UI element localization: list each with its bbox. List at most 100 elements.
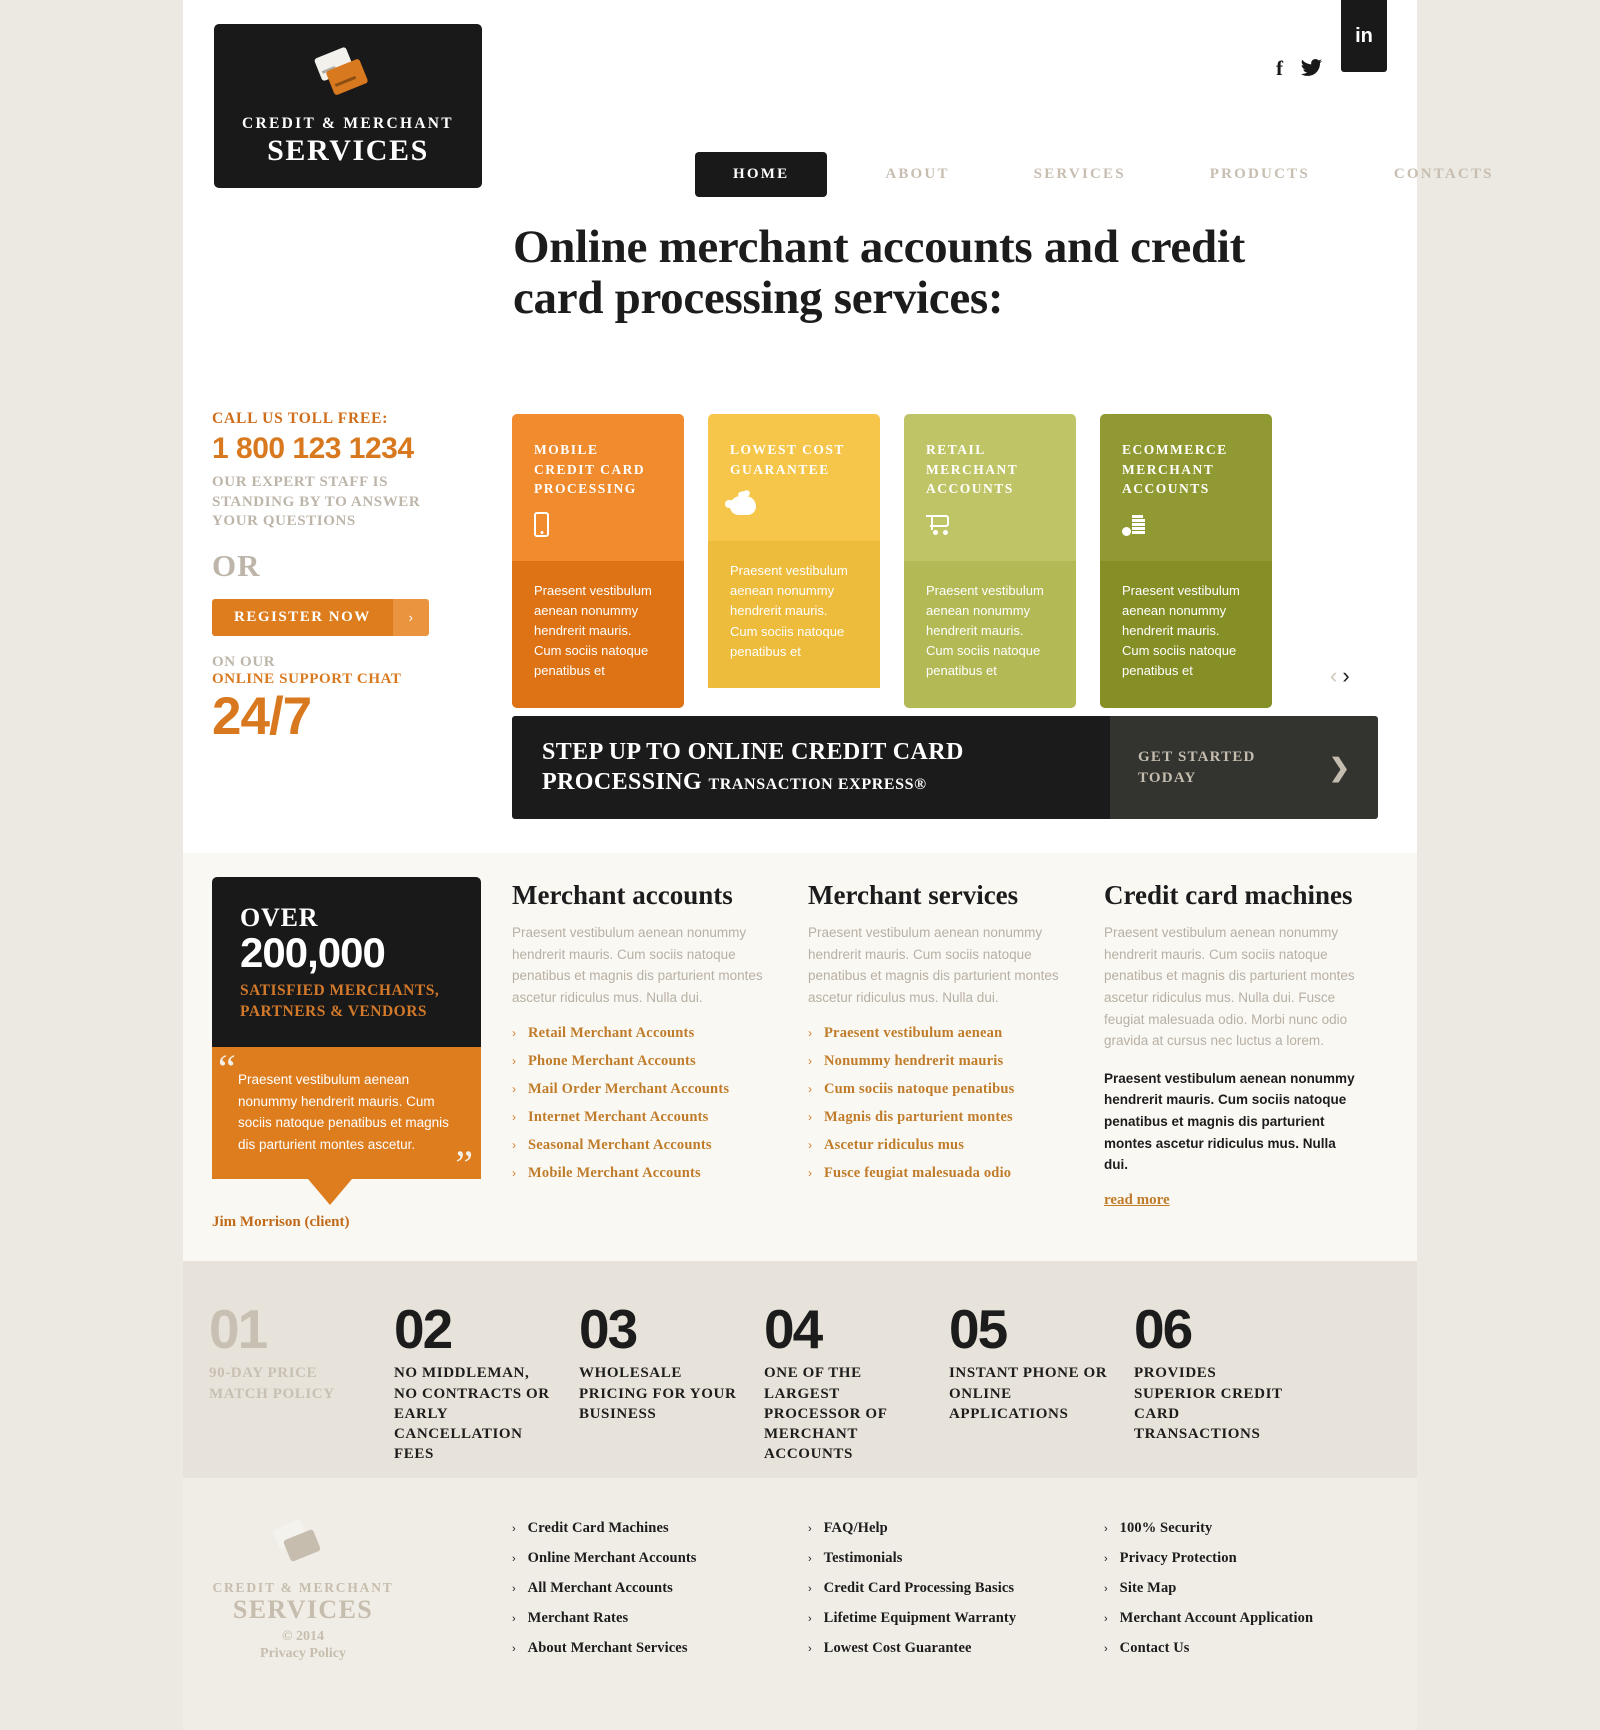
nav-item-products[interactable]: PRODUCTS xyxy=(1168,166,1352,183)
quote-close-icon: ” xyxy=(455,1142,473,1188)
list-item[interactable]: › FAQ/Help xyxy=(808,1520,1104,1537)
chevron-right-icon: ❯ xyxy=(1329,753,1350,782)
chevron-right-icon: › xyxy=(512,1553,516,1565)
feature-text: WHOLESALE PRICING FOR YOUR BUSINESS xyxy=(579,1365,737,1422)
chevron-right-icon: › xyxy=(1104,1523,1108,1535)
list-item[interactable]: › Retail Merchant Accounts xyxy=(512,1025,770,1042)
list-item-label: Ascetur ridiculus mus xyxy=(824,1136,965,1153)
staff-note: OUR EXPERT STAFF IS STANDING BY TO ANSWE… xyxy=(212,474,421,529)
twitter-icon[interactable] xyxy=(1301,58,1323,80)
list-item[interactable]: › Site Map xyxy=(1104,1580,1400,1597)
list-item[interactable]: › Cum sociis natoque penatibus xyxy=(808,1081,1066,1098)
column-paragraph: Praesent vestibulum aenean nonummy hendr… xyxy=(1104,925,1355,1049)
list-item[interactable]: › Merchant Account Application xyxy=(1104,1610,1400,1627)
support-hours: 24/7 xyxy=(212,686,312,746)
list-item[interactable]: › Praesent vestibulum aenean xyxy=(808,1025,1066,1042)
card-mobile-credit-card-processing[interactable]: MOBILE CREDIT CARD PROCESSING Praesent v… xyxy=(512,414,684,708)
nav-item-contacts[interactable]: CONTACTS xyxy=(1352,166,1536,183)
stat-box: OVER 200,000 SATISFIED MERCHANTS, PARTNE… xyxy=(212,877,481,1047)
list-item[interactable]: › Credit Card Processing Basics xyxy=(808,1580,1104,1597)
quote-tail xyxy=(308,1179,352,1206)
promo-banner-text: STEP UP TO ONLINE CREDIT CARD PROCESSING… xyxy=(512,716,1110,819)
feature-text: NO MIDDLEMAN, NO CONTRACTS OR EARLY CANC… xyxy=(394,1365,550,1463)
site-header: CREDIT & MERCHANT SERVICES f in HOME ABO… xyxy=(183,0,1492,197)
card-body: Praesent vestibulum aenean nonummy hendr… xyxy=(708,541,880,689)
card-retail-merchant-accounts[interactable]: RETAIL MERCHANT ACCOUNTS Praesent vestib… xyxy=(904,414,1076,708)
get-started-button[interactable]: GET STARTED TODAY ❯ xyxy=(1110,716,1378,819)
card-title: MOBILE CREDIT CARD PROCESSING xyxy=(534,442,646,497)
list-item[interactable]: › Credit Card Machines xyxy=(512,1520,808,1537)
linkedin-icon[interactable]: in xyxy=(1341,0,1387,72)
list-item[interactable]: › Privacy Protection xyxy=(1104,1550,1400,1567)
nav-item-about[interactable]: ABOUT xyxy=(843,166,991,183)
page-title: Online merchant accounts and credit card… xyxy=(513,221,1245,325)
feature-02: 02 NO MIDDLEMAN, NO CONTRACTS OR EARLY C… xyxy=(394,1301,579,1478)
chevron-right-icon: › xyxy=(808,1025,812,1040)
register-now-button[interactable]: REGISTER NOW › xyxy=(212,598,429,636)
banner-heading-small: TRANSACTION EXPRESS® xyxy=(708,775,927,793)
list-item[interactable]: › All Merchant Accounts xyxy=(512,1580,808,1597)
list-item[interactable]: › Seasonal Merchant Accounts xyxy=(512,1137,770,1154)
list-item[interactable]: › Fusce feugiat malesuada odio xyxy=(808,1165,1066,1182)
card-body: Praesent vestibulum aenean nonummy hendr… xyxy=(512,560,684,708)
testimonial-panel: OVER 200,000 SATISFIED MERCHANTS, PARTNE… xyxy=(212,877,481,1233)
list-item-label: Merchant Account Application xyxy=(1119,1610,1314,1626)
chevron-right-icon: › xyxy=(512,1109,516,1124)
nav-item-home[interactable]: HOME xyxy=(695,152,828,197)
quote-author: Jim Morrison (client) xyxy=(212,1213,481,1233)
footer-logo: CREDIT & MERCHANT SERVICES © 2014 Privac… xyxy=(212,1519,394,1662)
list-item[interactable]: › Nonummy hendrerit mauris xyxy=(808,1053,1066,1070)
feature-06: 06 PROVIDES SUPERIOR CREDIT CARD TRANSAC… xyxy=(1134,1301,1319,1478)
list-item[interactable]: › Testimonials xyxy=(808,1550,1104,1567)
list-item-label: Nonummy hendrerit mauris xyxy=(824,1052,1004,1069)
chevron-right-icon: › xyxy=(512,1583,516,1595)
card-lowest-cost-guarantee[interactable]: LOWEST COST GUARANTEE Praesent vestibulu… xyxy=(708,414,880,708)
list-item[interactable]: › Contact Us xyxy=(1104,1640,1400,1657)
list-item[interactable]: › Merchant Rates xyxy=(512,1610,808,1627)
quote-author-text: Jim Morrison (client) xyxy=(212,1214,350,1231)
list-item[interactable]: › 100% Security xyxy=(1104,1520,1400,1537)
slider-next-icon[interactable]: › xyxy=(1342,663,1349,689)
list-item[interactable]: › Magnis dis parturient montes xyxy=(808,1109,1066,1126)
shopping-cart-icon xyxy=(926,511,1054,539)
list-item[interactable]: › Lowest Cost Guarantee xyxy=(808,1640,1104,1657)
card-ecommerce-merchant-accounts[interactable]: ECOMMERCE MERCHANT ACCOUNTS Praesent ves… xyxy=(1100,414,1272,708)
slider-prev-icon[interactable]: ‹ xyxy=(1330,663,1337,689)
content-columns: Merchant accounts Praesent vestibulum ae… xyxy=(512,880,1400,1209)
list-item[interactable]: › Phone Merchant Accounts xyxy=(512,1053,770,1070)
chevron-right-icon: › xyxy=(808,1613,812,1625)
service-cards: MOBILE CREDIT CARD PROCESSING Praesent v… xyxy=(512,414,1272,708)
list-item[interactable]: › Mail Order Merchant Accounts xyxy=(512,1081,770,1098)
read-more-link[interactable]: read more xyxy=(1104,1192,1170,1209)
list-item[interactable]: › Mobile Merchant Accounts xyxy=(512,1165,770,1182)
list-item[interactable]: › About Merchant Services xyxy=(512,1640,808,1657)
stat-over-label: OVER xyxy=(240,903,319,932)
footer-column-3: › 100% Security › Privacy Protection › Site… xyxy=(1104,1520,1400,1670)
nav-item-services[interactable]: SERVICES xyxy=(992,166,1168,183)
facebook-icon[interactable]: f xyxy=(1276,58,1283,79)
privacy-policy-link[interactable]: Privacy Policy xyxy=(212,1646,394,1662)
chevron-right-icon: › xyxy=(512,1081,516,1096)
list-item[interactable]: › Lifetime Equipment Warranty xyxy=(808,1610,1104,1627)
list-item[interactable]: › Online Merchant Accounts xyxy=(512,1550,808,1567)
card-title: LOWEST COST GUARANTEE xyxy=(730,442,845,477)
list-item-label: Seasonal Merchant Accounts xyxy=(528,1136,712,1153)
copyright: © 2014 xyxy=(282,1628,324,1644)
feature-text: INSTANT PHONE OR ONLINE APPLICATIONS xyxy=(949,1365,1108,1422)
logo[interactable]: CREDIT & MERCHANT SERVICES xyxy=(214,24,482,188)
list-item-label: Magnis dis parturient montes xyxy=(824,1108,1013,1125)
feature-number: 01 xyxy=(209,1298,268,1360)
quote-text: Praesent vestibulum aenean nonummy hendr… xyxy=(238,1071,449,1152)
page-root: CREDIT & MERCHANT SERVICES f in HOME ABO… xyxy=(0,0,1600,1730)
list-item-label: Lifetime Equipment Warranty xyxy=(823,1610,1017,1626)
chevron-right-icon: › xyxy=(1104,1613,1108,1625)
credit-cards-icon xyxy=(313,46,383,108)
chevron-right-icon: › xyxy=(808,1553,812,1565)
logo-subtitle: SERVICES xyxy=(267,133,429,167)
list-item[interactable]: › Internet Merchant Accounts xyxy=(512,1109,770,1126)
list-item[interactable]: › Ascetur ridiculus mus xyxy=(808,1137,1066,1154)
card-title: RETAIL MERCHANT ACCOUNTS xyxy=(926,442,1019,497)
feature-04: 04 ONE OF THE LARGEST PROCESSOR OF MERCH… xyxy=(764,1301,949,1478)
piggy-bank-icon xyxy=(725,491,858,519)
on-our-label: ON OUR xyxy=(212,653,276,670)
